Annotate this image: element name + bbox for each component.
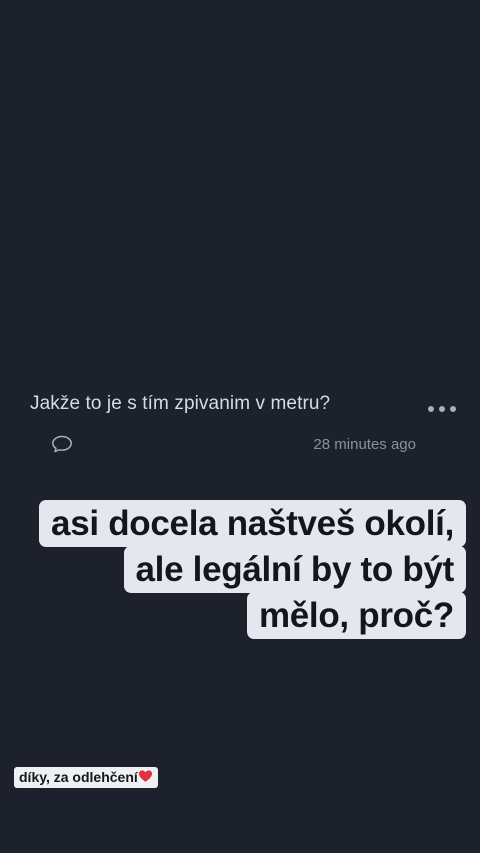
timestamp: 28 minutes ago: [313, 436, 416, 453]
answer-line: mělo, proč?: [246, 592, 466, 639]
comment-bubble-icon: [52, 435, 72, 453]
answer-line: ale legální by to být: [123, 546, 466, 593]
more-dots-icon: [428, 406, 434, 412]
more-dots-icon: [450, 406, 456, 412]
question-text: Jakže to je s tím zpivanim v metru?: [30, 393, 331, 414]
comment-button[interactable]: [50, 434, 74, 454]
answer-line: asi docela naštveš okolí,: [39, 500, 466, 547]
more-dots-icon: [439, 406, 445, 412]
red-heart-icon: [138, 770, 152, 782]
caption-sticker: díky, za odlehčení: [14, 767, 158, 788]
answer-text-block: asi docela naštveš okolí, ale legální by…: [39, 500, 466, 639]
more-options-button[interactable]: [428, 403, 456, 415]
caption-text: díky, za odlehčení: [19, 769, 138, 785]
